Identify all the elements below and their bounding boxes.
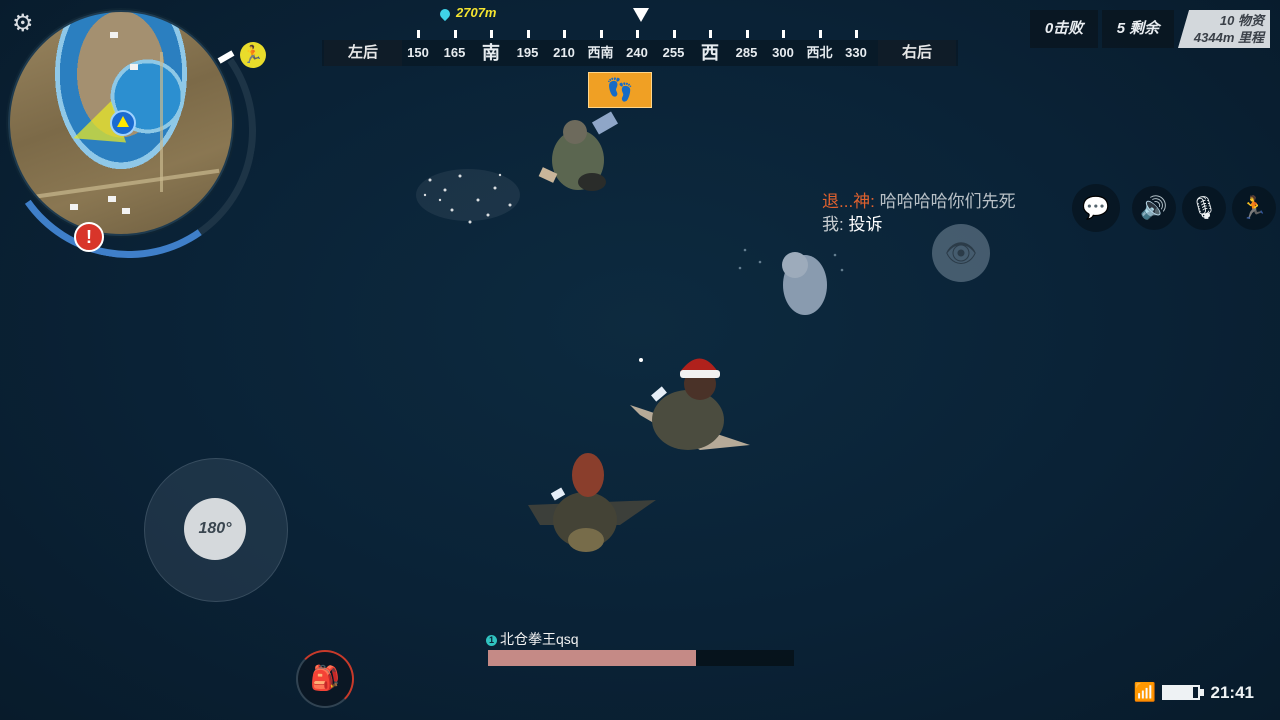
footstep-icon: 👣	[588, 72, 652, 108]
compass-notch	[855, 30, 858, 38]
marker-distance-text: 2707m	[456, 5, 497, 20]
warning-icon: !	[74, 222, 104, 252]
chat-button[interactable]: 💬	[1072, 184, 1120, 232]
items-count: 10 物资	[1219, 13, 1264, 28]
distance-traveled: 4344m 里程	[1193, 30, 1264, 45]
chat-line: 退...神: 哈哈哈哈你们先死	[822, 190, 1016, 213]
settings-icon[interactable]: ⚙	[12, 12, 34, 36]
chat-message: 投诉	[848, 215, 883, 234]
compass-notch	[599, 30, 603, 38]
compass-notch	[745, 30, 749, 38]
minimap-building	[108, 196, 116, 202]
mic-button[interactable]: 🎙	[1182, 186, 1226, 230]
compass-tick: 255	[662, 45, 685, 60]
compass-tick: 西北	[806, 45, 833, 60]
compass-right-label: 右后	[878, 40, 956, 66]
sprint-button[interactable]: 🏃	[1232, 186, 1276, 230]
teammate-health-bar	[488, 650, 794, 666]
battery-level	[1164, 687, 1193, 698]
minimap-building	[122, 208, 130, 214]
compass-notch	[672, 30, 676, 38]
compass-notch	[709, 30, 712, 38]
teammate-player-redhead	[528, 453, 656, 552]
compass-tick: 240	[626, 45, 648, 60]
compass-tick: 330	[845, 45, 867, 60]
compass-notch	[818, 30, 822, 38]
compass-notch	[417, 30, 420, 38]
mic-icon: 🎙	[1190, 195, 1218, 220]
compass-tick: 165	[443, 45, 466, 60]
crosshair-dot	[639, 358, 643, 362]
compass-notch	[453, 30, 457, 38]
compass-notch	[490, 30, 493, 38]
compass-tick: 285	[735, 45, 758, 60]
minimap-building	[110, 32, 118, 38]
free-look-button[interactable]: 👁	[932, 224, 990, 282]
compass-pointer-icon	[633, 8, 649, 22]
compass-tick: 195	[516, 45, 539, 60]
eye-icon: 👁	[944, 238, 978, 268]
chat-log: 退...神: 哈哈哈哈你们先死 我: 投诉	[822, 190, 1016, 236]
minimap-player-marker	[110, 110, 136, 136]
chat-line: 我: 投诉	[822, 213, 1016, 236]
battery-icon	[1162, 685, 1200, 700]
minimap-road	[30, 168, 220, 200]
teammate-label: 1 北仓拳王qsq	[486, 631, 579, 647]
clock: 21:41	[1210, 683, 1254, 702]
compass-tick: 西南	[587, 45, 614, 60]
compass-notch	[782, 30, 785, 38]
teammate-health-fill	[488, 650, 697, 666]
items-distance: 10 物资 4344m 里程	[1178, 10, 1270, 48]
run-icon: 🏃	[240, 42, 266, 68]
camera-rotate-button[interactable]: 180°	[184, 498, 246, 560]
minimap-road	[160, 52, 163, 192]
compass-tick: 210	[553, 45, 575, 60]
backpack-icon: 🎒	[310, 665, 340, 692]
teammate-number: 1	[486, 634, 497, 646]
speaker-button[interactable]: 🔊	[1132, 186, 1176, 230]
minimap-container[interactable]	[0, 0, 277, 279]
minimap-building	[70, 204, 78, 210]
kills-count: 0击败	[1030, 10, 1098, 48]
compass-notch	[636, 30, 639, 38]
chat-sender: 退...神:	[822, 192, 875, 211]
sprint-icon: 🏃	[1240, 195, 1268, 220]
minimap[interactable]	[8, 10, 234, 236]
speaker-icon: 🔊	[1140, 195, 1168, 220]
battery-tip	[1200, 689, 1204, 696]
alive-count: 5 剩余	[1102, 10, 1174, 48]
teammate-name: 北仓拳王qsq	[500, 631, 579, 647]
compass-notch	[563, 30, 566, 38]
compass-tick: 150	[407, 45, 429, 60]
marker-distance: 2707m	[437, 4, 497, 24]
enemy-player-1	[538, 111, 619, 191]
chat-sender: 我:	[822, 215, 844, 234]
location-pin-icon	[437, 6, 453, 21]
teammate-player-santa	[630, 358, 750, 450]
backpack-button[interactable]: 🎒	[296, 650, 354, 708]
water-splash	[416, 169, 520, 224]
wifi-icon: 📶	[1133, 682, 1156, 702]
enemy-player-2	[782, 252, 827, 315]
compass-tick: 西	[701, 43, 719, 63]
compass-tick: 南	[482, 43, 500, 63]
match-stats: 0击败 5 剩余 10 物资 4344m 里程	[1030, 10, 1270, 48]
compass-bar: 150 165 南 195 210 西南 240 255 西 285 300 西北 330	[322, 30, 958, 66]
compass-left-label: 左后	[324, 40, 402, 66]
chat-icon: 💬	[1082, 195, 1110, 220]
compass-tick: 300	[772, 45, 794, 60]
compass-notch	[526, 30, 530, 38]
minimap-building	[130, 64, 138, 70]
chat-message: 哈哈哈哈你们先死	[879, 192, 1016, 211]
